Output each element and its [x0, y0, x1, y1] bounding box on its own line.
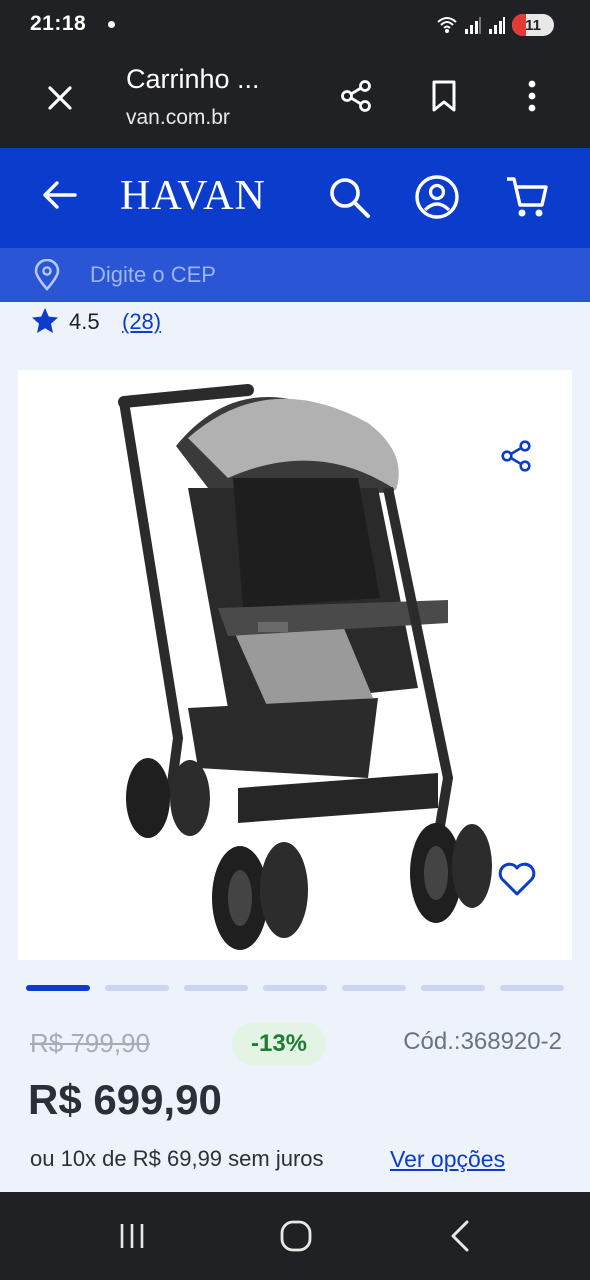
carousel-dot[interactable] — [421, 985, 485, 991]
wifi-icon — [437, 17, 457, 33]
battery-icon: 11 — [512, 14, 554, 36]
status-time: 21:18 — [30, 12, 87, 35]
status-bar: 21:18 11 — [0, 0, 590, 50]
rating-row: 4.5 (28) — [0, 302, 590, 360]
star-icon — [32, 308, 58, 333]
back-arrow-icon[interactable] — [36, 172, 82, 218]
back-icon[interactable] — [440, 1218, 480, 1254]
browser-page-title: Carrinho ... — [126, 64, 260, 94]
heart-icon[interactable] — [496, 858, 538, 900]
battery-level: 11 — [525, 16, 541, 34]
account-icon[interactable] — [412, 172, 462, 222]
more-vert-icon[interactable] — [512, 76, 552, 116]
carousel-dot[interactable] — [26, 985, 90, 991]
browser-url[interactable]: van.com.br — [126, 106, 230, 130]
recent-apps-icon[interactable] — [112, 1218, 152, 1254]
notification-dot-icon — [108, 21, 115, 28]
cart-icon[interactable] — [502, 172, 552, 222]
close-icon[interactable] — [40, 78, 80, 118]
product-image-gallery[interactable] — [18, 370, 572, 960]
installments-text: ou 10x de R$ 69,99 sem juros — [30, 1146, 324, 1171]
stroller-image — [118, 384, 492, 950]
bookmark-icon[interactable] — [424, 76, 464, 116]
location-pin-icon — [30, 258, 64, 292]
old-price: R$ 799,90 — [30, 1028, 150, 1058]
share-icon[interactable] — [336, 76, 376, 116]
image-carousel-indicator — [26, 985, 566, 993]
cep-bar — [0, 248, 590, 302]
havan-logo[interactable]: HAVAN — [120, 172, 266, 220]
system-nav-bar — [0, 1192, 590, 1280]
home-icon[interactable] — [276, 1218, 316, 1254]
site-header: HAVAN — [0, 148, 590, 302]
browser-toolbar: Carrinho ... van.com.br — [0, 50, 590, 148]
payment-options-link[interactable]: Ver opções — [390, 1146, 505, 1173]
carousel-dot[interactable] — [263, 985, 327, 991]
share-icon[interactable] — [496, 436, 536, 476]
rating-value: 4.5 — [69, 309, 100, 334]
discount-badge: -13% — [232, 1022, 326, 1066]
carousel-dot[interactable] — [105, 985, 169, 991]
search-icon[interactable] — [324, 172, 374, 222]
rating-count-link[interactable]: (28) — [122, 309, 161, 335]
signal-icon — [489, 17, 505, 34]
price-section: R$ 799,90 -13% Cód.:368920-2 R$ 699,90 o… — [0, 1000, 590, 1192]
status-icons: 11 — [436, 14, 554, 36]
carousel-dot[interactable] — [184, 985, 248, 991]
current-price: R$ 699,90 — [28, 1076, 222, 1123]
product-code: Cód.:368920-2 — [403, 1028, 562, 1055]
cep-input[interactable] — [90, 258, 550, 292]
carousel-dot[interactable] — [342, 985, 406, 991]
signal-icon — [465, 17, 481, 34]
carousel-dot[interactable] — [500, 985, 564, 991]
